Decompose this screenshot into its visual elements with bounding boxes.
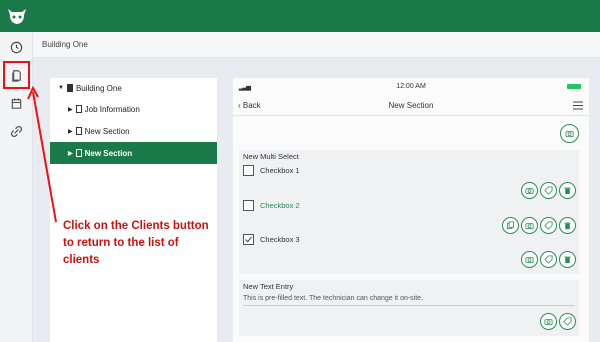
tree-item-label: Building One: [75, 83, 122, 93]
camera-icon: [525, 257, 534, 264]
mobile-preview: ▂▃▅ 12:00 AM ‹ Back New Section New Mult…: [233, 78, 589, 342]
camera-button[interactable]: [540, 313, 557, 330]
annotation-text: Click on the Clients button to return to…: [63, 220, 209, 266]
delete-button[interactable]: [559, 251, 576, 268]
multi-select-card: New Multi Select Checkbox 1 Checkbox 2 C…: [239, 150, 579, 274]
checkbox-row-3[interactable]: Checkbox 3: [243, 234, 300, 245]
checkbox-row-2[interactable]: Checkbox 2: [243, 200, 300, 211]
tag-button[interactable]: [540, 217, 557, 234]
collapse-triangle-icon[interactable]: ▶: [68, 106, 73, 113]
checkbox-label: Checkbox 3: [260, 235, 300, 244]
document-icon: [75, 149, 82, 157]
section-tree: ▼ Building One ▶ Job Information ▶ New S…: [50, 78, 217, 342]
text-entry-card: New Text Entry This is pre-filled text. …: [239, 280, 579, 336]
section-camera-button[interactable]: [560, 124, 579, 143]
calendar-icon[interactable]: [9, 96, 24, 111]
copy-button[interactable]: [502, 217, 519, 234]
document-icon: [75, 127, 82, 135]
camera-button[interactable]: [521, 251, 538, 268]
tree-item-building[interactable]: ▼ Building One: [50, 78, 217, 98]
nav-bar: ‹ Back New Section: [233, 96, 589, 116]
tag-icon: [544, 255, 553, 264]
checkbox-row-1[interactable]: Checkbox 1: [243, 165, 300, 176]
camera-icon: [565, 131, 574, 138]
trash-icon: [564, 187, 571, 195]
top-bar: [0, 0, 600, 32]
text-entry-field[interactable]: This is pre-filled text. The technician …: [243, 295, 423, 302]
tree-item-job-information[interactable]: ▶ Job Information: [50, 99, 217, 119]
tag-button[interactable]: [540, 182, 557, 199]
camera-icon: [525, 188, 534, 195]
checkbox-label: Checkbox 1: [260, 166, 300, 175]
checkbox-1[interactable]: [243, 165, 254, 176]
camera-icon: [544, 319, 553, 326]
folder-doc-icon: [66, 84, 73, 92]
clients-button-highlight: [3, 61, 30, 89]
checkmark-icon: [245, 236, 252, 243]
bull-head-logo-icon[interactable]: [6, 5, 28, 27]
clock-icon[interactable]: [9, 40, 24, 55]
checkbox-label: Checkbox 2: [260, 201, 300, 210]
camera-button[interactable]: [521, 217, 538, 234]
tree-item-new-section-active[interactable]: ▶ New Section: [50, 142, 217, 164]
tree-item-label: New Section: [84, 148, 133, 158]
breadcrumb[interactable]: Building One: [42, 40, 88, 49]
text-entry-title: New Text Entry: [243, 282, 294, 291]
delete-button[interactable]: [559, 217, 576, 234]
link-icon[interactable]: [9, 124, 24, 139]
tag-icon: [563, 317, 572, 326]
delete-button[interactable]: [559, 182, 576, 199]
checkbox-2[interactable]: [243, 200, 254, 211]
expand-triangle-icon[interactable]: ▼: [58, 85, 64, 91]
tag-button[interactable]: [559, 313, 576, 330]
tag-button[interactable]: [540, 251, 557, 268]
status-bar: ▂▃▅ 12:00 AM: [233, 78, 589, 96]
status-time: 12:00 AM: [396, 83, 426, 90]
collapse-triangle-icon[interactable]: ▶: [68, 128, 73, 135]
tag-icon: [544, 186, 553, 195]
camera-icon: [525, 223, 534, 230]
tree-item-new-section[interactable]: ▶ New Section: [50, 121, 217, 141]
nav-title: New Section: [388, 101, 434, 110]
trash-icon: [564, 222, 571, 230]
tree-item-label: Job Information: [84, 104, 140, 114]
tag-icon: [544, 221, 553, 230]
collapse-triangle-icon[interactable]: ▶: [68, 150, 73, 157]
multi-select-title: New Multi Select: [243, 152, 299, 161]
trash-icon: [564, 256, 571, 264]
document-icon: [75, 105, 82, 113]
copy-icon: [506, 221, 515, 230]
camera-button[interactable]: [521, 182, 538, 199]
battery-icon: [567, 84, 581, 89]
tree-item-label: New Section: [84, 126, 130, 136]
checkbox-3-checked[interactable]: [243, 234, 254, 245]
text-entry-underline: [243, 305, 575, 306]
hamburger-menu-icon[interactable]: [573, 101, 583, 110]
breadcrumb-bar: Building One: [33, 32, 600, 58]
